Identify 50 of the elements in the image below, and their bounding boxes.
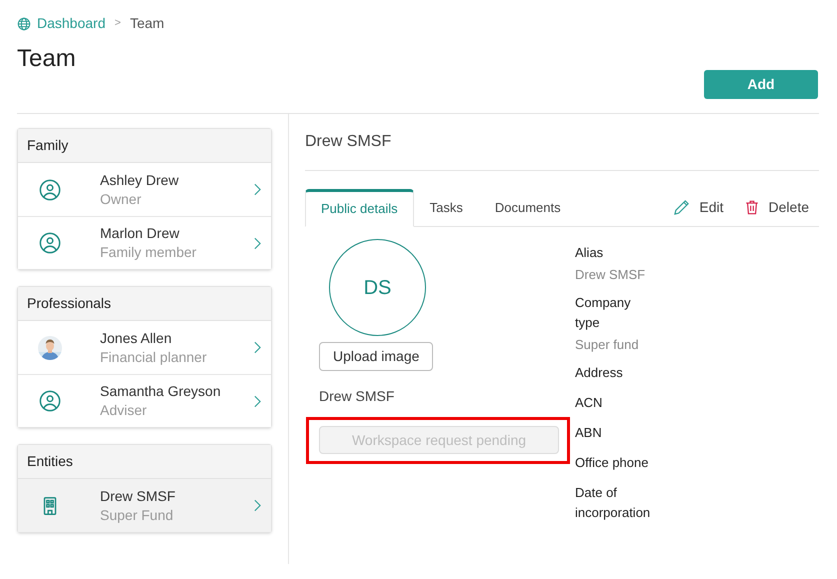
user-icon bbox=[39, 390, 61, 412]
member-role: Financial planner bbox=[100, 348, 208, 366]
member-name: Jones Allen bbox=[100, 328, 173, 348]
list-item[interactable]: Samantha Greyson Adviser bbox=[18, 374, 271, 427]
breadcrumb-separator: > bbox=[114, 16, 121, 32]
chevron-right-icon bbox=[254, 183, 261, 196]
field-value: Super fund bbox=[575, 336, 640, 354]
delete-button[interactable]: Delete bbox=[734, 188, 819, 226]
list-item[interactable]: Marlon Drew Family member bbox=[18, 216, 271, 269]
member-name: Ashley Drew bbox=[100, 170, 180, 190]
field-label: Office phone bbox=[575, 454, 650, 472]
tab[interactable]: Documents bbox=[478, 189, 577, 227]
member-name: Drew SMSF bbox=[100, 486, 176, 506]
chevron-right-icon bbox=[254, 236, 261, 250]
user-icon bbox=[39, 178, 61, 200]
initials-avatar: DS bbox=[329, 239, 426, 336]
globe-icon bbox=[17, 16, 31, 30]
entity-name: Drew SMSF bbox=[319, 387, 394, 406]
user-icon bbox=[39, 232, 61, 254]
member-role: Adviser bbox=[100, 401, 148, 420]
member-role: Owner bbox=[100, 190, 142, 208]
field-label: Address bbox=[575, 364, 624, 382]
field-label: ABN bbox=[575, 424, 603, 442]
member-role: Super Fund bbox=[100, 506, 174, 524]
upload-image-button[interactable]: Upload image bbox=[319, 342, 434, 371]
member-name: Marlon Drew bbox=[100, 224, 180, 243]
edit-button[interactable]: Edit bbox=[663, 188, 734, 226]
chevron-right-icon bbox=[254, 341, 261, 354]
group-title: Professionals bbox=[27, 294, 112, 313]
entity-title: Drew SMSF bbox=[305, 114, 819, 171]
chevron-right-icon bbox=[254, 394, 261, 408]
member-name: Samantha Greyson bbox=[100, 382, 222, 401]
breadcrumb-current: Team bbox=[130, 14, 164, 33]
group-title: Family bbox=[27, 136, 68, 155]
list-item[interactable]: Ashley Drew Owner bbox=[18, 163, 271, 216]
group-title: Entities bbox=[27, 452, 73, 471]
tab[interactable]: Tasks bbox=[414, 189, 479, 227]
list-item[interactable]: Jones Allen Financial planner bbox=[18, 321, 271, 374]
field-value: Drew SMSF bbox=[575, 266, 646, 284]
tab[interactable]: Public details bbox=[305, 189, 414, 227]
chevron-right-icon bbox=[254, 499, 261, 512]
trash-icon bbox=[744, 198, 760, 216]
list-item[interactable]: Drew SMSF Super Fund bbox=[18, 479, 271, 532]
field-label: Date of incorporation bbox=[575, 484, 652, 522]
page-title: Team bbox=[17, 44, 77, 74]
member-role: Family member bbox=[100, 243, 198, 262]
field-label: ACN bbox=[575, 394, 604, 412]
field-label: Company type bbox=[575, 294, 632, 332]
pencil-icon bbox=[673, 198, 690, 216]
field-label: Alias bbox=[575, 244, 604, 262]
